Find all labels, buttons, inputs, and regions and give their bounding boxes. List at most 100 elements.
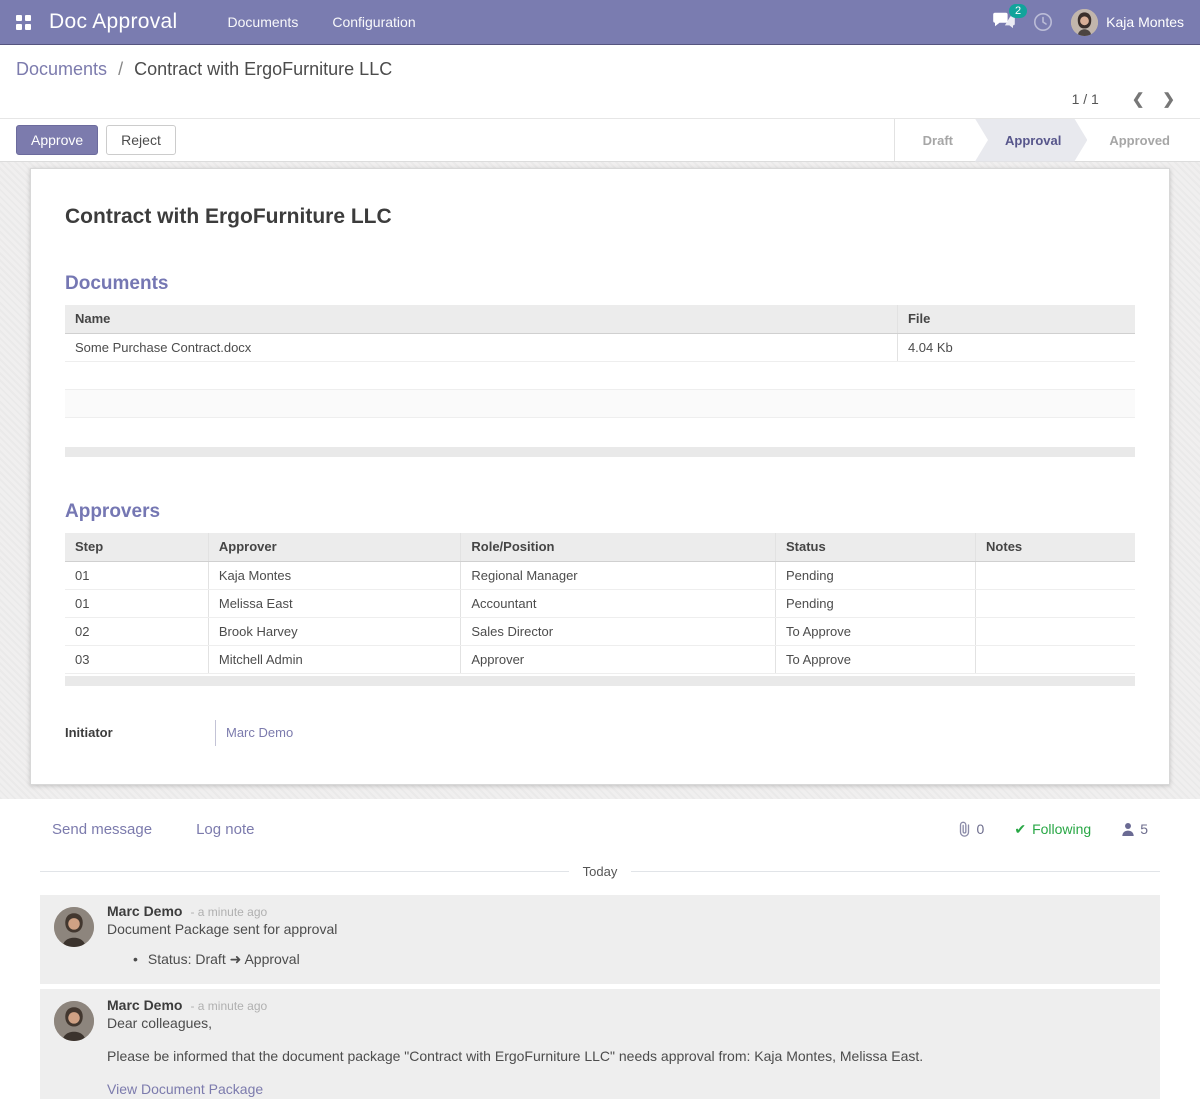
messages-badge: 2 bbox=[1009, 4, 1027, 18]
document-row[interactable]: Some Purchase Contract.docx 4.04 Kb bbox=[65, 333, 1135, 361]
empty-row bbox=[65, 389, 1135, 417]
message-author[interactable]: Marc Demo bbox=[107, 997, 182, 1013]
pager: 1 / 1 ❮ ❯ bbox=[0, 84, 1200, 119]
approver-row[interactable]: 01 Kaja Montes Regional Manager Pending bbox=[65, 561, 1135, 589]
field-separator bbox=[215, 720, 216, 746]
record-title: Contract with ErgoFurniture LLC bbox=[65, 205, 1135, 229]
message-timestamp: - a minute ago bbox=[190, 999, 267, 1013]
view-document-package-link[interactable]: View Document Package bbox=[107, 1081, 1146, 1097]
date-divider-label: Today bbox=[569, 864, 632, 879]
send-message-button[interactable]: Send message bbox=[52, 821, 152, 838]
user-name: Kaja Montes bbox=[1106, 14, 1184, 30]
chatter: Send message Log note 0 ✔ Following 5 bbox=[0, 799, 1200, 1099]
pager-next-icon[interactable]: ❯ bbox=[1153, 90, 1184, 108]
initiator-label: Initiator bbox=[65, 725, 215, 740]
approver-notes bbox=[976, 617, 1135, 645]
status-step-approved[interactable]: Approved bbox=[1087, 119, 1192, 162]
status-step-draft[interactable]: Draft bbox=[901, 119, 975, 162]
chatter-message: Marc Demo - a minute ago Dear colleagues… bbox=[40, 989, 1160, 1099]
breadcrumb-current: Contract with ErgoFurniture LLC bbox=[134, 59, 392, 79]
approvers-col-step[interactable]: Step bbox=[65, 533, 208, 561]
breadcrumb-separator: / bbox=[118, 59, 123, 79]
messages-button[interactable]: 2 bbox=[993, 11, 1015, 34]
main-menu: Documents Configuration bbox=[228, 14, 416, 30]
approver-name: Melissa East bbox=[208, 589, 461, 617]
following-label: Following bbox=[1032, 821, 1091, 837]
empty-row bbox=[65, 417, 1135, 445]
menu-documents[interactable]: Documents bbox=[228, 14, 299, 30]
followers-count: 5 bbox=[1140, 821, 1148, 837]
message-author[interactable]: Marc Demo bbox=[107, 903, 182, 919]
attachments-button[interactable]: 0 bbox=[957, 821, 985, 837]
approver-row[interactable]: 02 Brook Harvey Sales Director To Approv… bbox=[65, 617, 1135, 645]
documents-col-name[interactable]: Name bbox=[65, 305, 897, 333]
approver-notes bbox=[976, 645, 1135, 673]
followers-button[interactable]: 5 bbox=[1121, 821, 1148, 837]
empty-row bbox=[65, 361, 1135, 389]
approver-name: Brook Harvey bbox=[208, 617, 461, 645]
approver-step: 03 bbox=[65, 645, 208, 673]
documents-section-heading: Documents bbox=[65, 273, 1135, 295]
pager-previous-icon[interactable]: ❮ bbox=[1123, 90, 1154, 108]
check-icon: ✔ bbox=[1014, 821, 1026, 838]
paperclip-icon bbox=[957, 821, 972, 837]
approver-status: To Approve bbox=[775, 617, 975, 645]
approver-step: 01 bbox=[65, 561, 208, 589]
approver-role: Regional Manager bbox=[461, 561, 776, 589]
approver-role: Accountant bbox=[461, 589, 776, 617]
approvers-section-heading: Approvers bbox=[65, 501, 1135, 523]
document-name[interactable]: Some Purchase Contract.docx bbox=[65, 333, 897, 361]
status-step-approval[interactable]: Approval bbox=[975, 119, 1087, 162]
control-panel: Approve Reject Draft Approval Approved bbox=[0, 119, 1200, 162]
approve-button[interactable]: Approve bbox=[16, 125, 98, 155]
breadcrumb: Documents / Contract with ErgoFurniture … bbox=[0, 45, 1200, 84]
approver-row[interactable]: 01 Melissa East Accountant Pending bbox=[65, 589, 1135, 617]
message-body: Document Package sent for approval bbox=[107, 921, 1146, 937]
approver-step: 01 bbox=[65, 589, 208, 617]
top-navbar: Doc Approval Documents Configuration 2 bbox=[0, 0, 1200, 45]
documents-table-footer bbox=[65, 447, 1135, 457]
approver-notes bbox=[976, 561, 1135, 589]
attachments-count: 0 bbox=[977, 821, 985, 837]
date-divider: Today bbox=[40, 864, 1160, 879]
menu-configuration[interactable]: Configuration bbox=[332, 14, 415, 30]
initiator-value[interactable]: Marc Demo bbox=[226, 725, 293, 740]
following-button[interactable]: ✔ Following bbox=[1014, 821, 1091, 838]
chatter-message: Marc Demo - a minute ago Document Packag… bbox=[40, 895, 1160, 984]
log-note-button[interactable]: Log note bbox=[196, 821, 254, 838]
approver-status: To Approve bbox=[775, 645, 975, 673]
approver-row[interactable]: 03 Mitchell Admin Approver To Approve bbox=[65, 645, 1135, 673]
document-sheet: Contract with ErgoFurniture LLC Document… bbox=[30, 168, 1170, 785]
approver-name: Mitchell Admin bbox=[208, 645, 461, 673]
pager-value: 1 / 1 bbox=[1072, 91, 1099, 107]
approvers-table-footer bbox=[65, 676, 1135, 686]
approver-name: Kaja Montes bbox=[208, 561, 461, 589]
documents-col-file[interactable]: File bbox=[897, 305, 1135, 333]
breadcrumb-parent[interactable]: Documents bbox=[16, 59, 107, 79]
approver-status: Pending bbox=[775, 589, 975, 617]
app-title[interactable]: Doc Approval bbox=[49, 10, 178, 34]
apps-menu-icon[interactable] bbox=[16, 15, 31, 30]
user-avatar bbox=[1071, 9, 1098, 36]
statusbar: Draft Approval Approved bbox=[894, 119, 1200, 161]
approvers-col-notes[interactable]: Notes bbox=[976, 533, 1135, 561]
message-greeting: Dear colleagues, bbox=[107, 1015, 1146, 1031]
approvers-table: Step Approver Role/Position Status Notes… bbox=[65, 533, 1135, 674]
approvers-col-role[interactable]: Role/Position bbox=[461, 533, 776, 561]
approver-step: 02 bbox=[65, 617, 208, 645]
message-body: Please be informed that the document pac… bbox=[107, 1048, 1146, 1064]
message-author-avatar[interactable] bbox=[54, 1001, 94, 1041]
message-status-change: Status: Draft ➜ Approval bbox=[133, 951, 1146, 968]
user-menu[interactable]: Kaja Montes bbox=[1071, 9, 1184, 36]
approver-status: Pending bbox=[775, 561, 975, 589]
approver-role: Sales Director bbox=[461, 617, 776, 645]
person-icon bbox=[1121, 822, 1135, 836]
activities-clock-icon[interactable] bbox=[1033, 12, 1053, 32]
reject-button[interactable]: Reject bbox=[106, 125, 176, 155]
approver-notes bbox=[976, 589, 1135, 617]
documents-table: Name File Some Purchase Contract.docx 4.… bbox=[65, 305, 1135, 445]
approvers-col-status[interactable]: Status bbox=[775, 533, 975, 561]
approver-role: Approver bbox=[461, 645, 776, 673]
approvers-col-approver[interactable]: Approver bbox=[208, 533, 461, 561]
message-author-avatar[interactable] bbox=[54, 907, 94, 947]
